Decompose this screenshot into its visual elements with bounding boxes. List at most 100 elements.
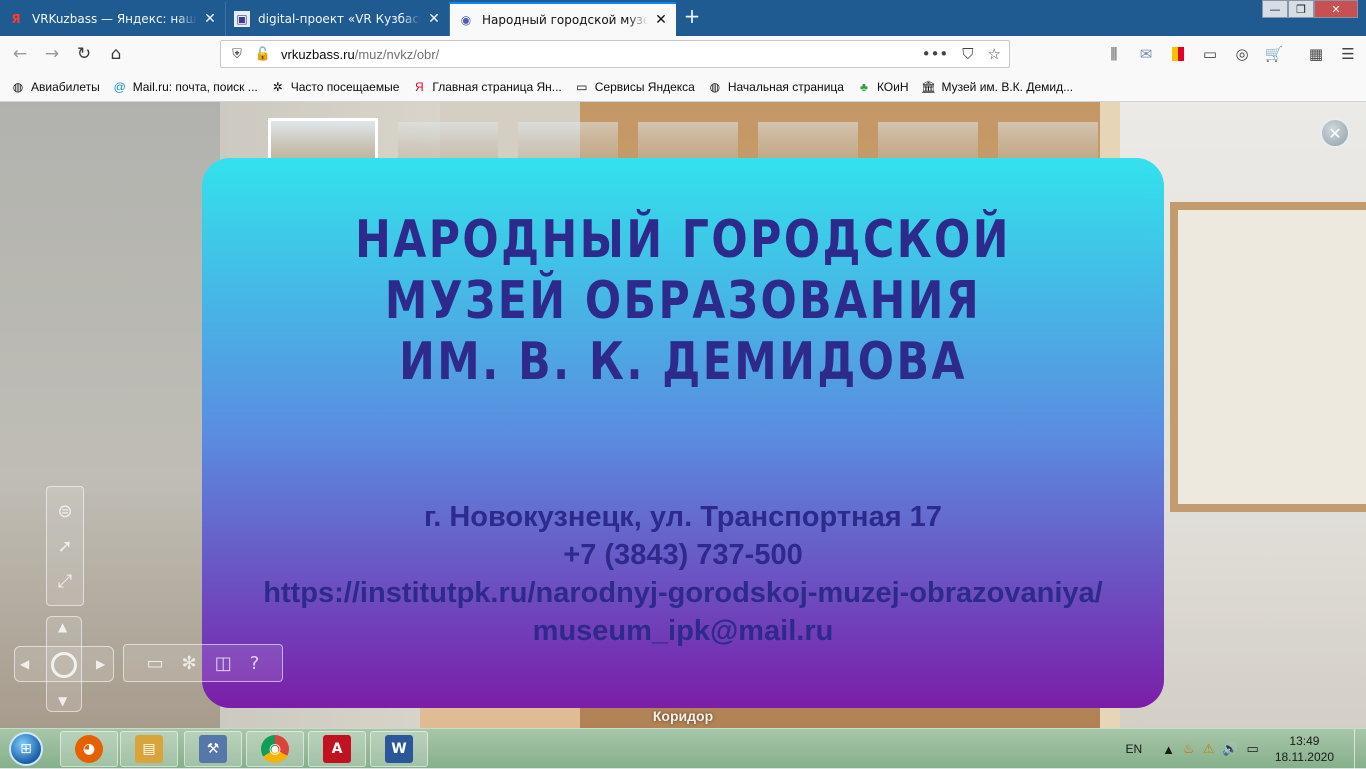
clock-time: 13:49 <box>1289 734 1320 748</box>
volume-icon[interactable]: 🔊 <box>1222 741 1238 757</box>
show-desktop-button[interactable] <box>1354 729 1366 769</box>
word-icon: W <box>385 735 413 763</box>
bookmarks-bar: ◍ Авиабилеты @ Mail.ru: почта, поиск ... ✲… <box>0 72 1366 102</box>
app-tray-icon[interactable]: ♨ <box>1183 741 1195 757</box>
tour-toolbar[interactable]: ▭ ✻ ◫ ? <box>123 644 283 682</box>
yandex-icon: Я <box>11 12 21 26</box>
back-button[interactable]: ← <box>6 40 34 68</box>
shield-icon[interactable]: ⛨ <box>227 47 247 62</box>
start-button[interactable]: ⊞ <box>4 730 48 768</box>
taskbar-file-explorer[interactable]: ▤ <box>120 731 178 767</box>
tab-vrkuzbass-yandex[interactable]: Я VRKuzbass — Яндекс: нашлось ✕ <box>0 2 226 36</box>
network-icon[interactable]: ▭ <box>1247 741 1259 757</box>
tab-title: digital-проект «VR Кузбасс» — <box>258 12 421 26</box>
home-button[interactable]: ⌂ <box>102 40 130 68</box>
tab-close-icon[interactable]: ✕ <box>654 12 668 28</box>
taskbar-word[interactable]: W <box>370 731 428 767</box>
pocket-icon[interactable]: ⛉ <box>962 45 973 63</box>
extensions-icon[interactable]: ▦ <box>1306 44 1326 64</box>
bookmark-aviabilety[interactable]: ◍ Авиабилеты <box>10 79 100 95</box>
chrome-icon: ◉ <box>261 735 289 763</box>
new-tab-button[interactable]: + <box>680 4 704 28</box>
arrow-down-icon[interactable]: ▼ <box>58 694 67 708</box>
taskbar-chrome[interactable]: ◉ <box>246 731 304 767</box>
gear-icon: ✲ <box>272 79 283 94</box>
windows-logo-icon: ⊞ <box>9 732 43 766</box>
reload-button[interactable]: ↻ <box>70 40 98 68</box>
arrow-up-icon[interactable]: ▲ <box>58 620 67 634</box>
tab-vr-kuzbass-project[interactable]: ▣ digital-проект «VR Кузбасс» — ✕ <box>226 2 450 36</box>
bookmark-star-icon[interactable]: ☆ <box>988 45 1001 63</box>
firefox-icon: ◕ <box>75 735 103 763</box>
bookmark-most-visited[interactable]: ✲ Часто посещаемые <box>270 79 400 95</box>
taskbar-acrobat[interactable]: A <box>308 731 366 767</box>
show-hidden-icons[interactable]: ▲ <box>1162 742 1175 757</box>
fullscreen-icon[interactable]: ⤢ <box>58 571 72 592</box>
maximize-button[interactable]: ❐ <box>1288 0 1314 18</box>
address-bar[interactable]: ⛨ 🔓 vrkuzbass.ru/muz/nvkz/obr/ ••• ⛉ ☆ <box>220 40 1010 68</box>
bookmark-koin[interactable]: ♣ КОиН <box>856 79 909 95</box>
tour-close-button[interactable]: ✕ <box>1320 118 1350 148</box>
account-icon[interactable]: ◎ <box>1232 44 1252 64</box>
pointer-icon[interactable]: ➚ <box>57 536 72 557</box>
bookmark-yandex-home[interactable]: Я Главная страница Ян... <box>411 79 562 95</box>
vr-icon[interactable]: ◫ <box>215 653 232 674</box>
museum-email[interactable]: museum_ipk@mail.ru <box>202 612 1164 650</box>
acrobat-icon: A <box>323 735 351 763</box>
warning-icon[interactable]: ⚠ <box>1203 741 1215 757</box>
page-actions-icon[interactable]: ••• <box>922 45 949 63</box>
globe-icon: ◍ <box>709 79 721 94</box>
tab-museum[interactable]: ◉ Народный городской музей о ✕ <box>450 2 676 36</box>
screen-icon[interactable]: ▭ <box>147 653 164 674</box>
system-tray: EN ▲ ♨ ⚠ 🔊 ▭ 13:49 18.11.2020 <box>1125 729 1366 769</box>
url-text[interactable]: vrkuzbass.ru/muz/nvkz/obr/ <box>281 47 439 62</box>
help-icon[interactable]: ? <box>250 653 260 674</box>
arrow-left-icon[interactable]: ◀ <box>20 657 29 671</box>
bookmark-ribbon-icon[interactable] <box>1168 44 1188 64</box>
bookmark-demidov-museum[interactable]: 🏛 Музей им. В.К. Демид... <box>921 79 1073 95</box>
insecure-lock-icon[interactable]: 🔓 <box>253 47 273 62</box>
bookmark-start-page[interactable]: ◍ Начальная страница <box>707 79 844 95</box>
museum-address: г. Новокузнецк, ул. Транспортная 17 <box>424 501 942 533</box>
bookmark-mail-ru[interactable]: @ Mail.ru: почта, поиск ... <box>112 79 258 95</box>
museum-title-line: МУЗЕЙ ОБРАЗОВАНИЯ <box>384 271 982 331</box>
vr-kuzbass-icon: ▣ <box>234 11 250 27</box>
zoom-control[interactable]: ⊜ ➚ ⤢ <box>46 486 84 606</box>
clock[interactable]: 13:49 18.11.2020 <box>1275 733 1334 765</box>
gyro-icon[interactable]: ⊜ <box>57 501 72 522</box>
vr-tour-viewport[interactable]: ✕ НАРОДНЫЙ ГОРОДСКОЙ МУЗЕЙ ОБРАЗОВАНИЯ И… <box>0 102 1366 728</box>
language-indicator[interactable]: EN <box>1125 742 1142 756</box>
folder-icon: ▤ <box>135 735 163 763</box>
tab-strip: Я VRKuzbass — Яндекс: нашлось ✕ ▣ digita… <box>0 0 1366 36</box>
globe-icon: ◍ <box>12 79 24 94</box>
reader-icon[interactable]: ▭ <box>1200 44 1220 64</box>
navigation-bar: ← → ↻ ⌂ ⛨ 🔓 vrkuzbass.ru/muz/nvkz/obr/ •… <box>0 36 1366 72</box>
cart-icon[interactable]: 🛒 <box>1264 44 1284 64</box>
mail-ru-icon: @ <box>113 79 126 94</box>
mail-icon[interactable]: ✉ <box>1136 44 1156 64</box>
museum-contacts: г. Новокузнецк, ул. Транспортная 17 +7 (… <box>202 498 1164 650</box>
clock-date: 18.11.2020 <box>1274 750 1334 764</box>
menu-icon[interactable]: ☰ <box>1338 44 1358 64</box>
window-close-button[interactable]: ✕ <box>1314 0 1358 18</box>
museum-site-icon: ◉ <box>460 13 472 27</box>
museum-title-line: НАРОДНЫЙ ГОРОДСКОЙ <box>355 210 1011 270</box>
library-icon[interactable]: ⫼ <box>1104 44 1124 64</box>
arrow-right-icon[interactable]: ▶ <box>96 657 105 671</box>
tab-title: VRKuzbass — Яндекс: нашлось <box>32 12 197 26</box>
taskbar-tool[interactable]: ⚒ <box>184 731 242 767</box>
museum-title-line: ИМ. В. К. ДЕМИДОВА <box>399 332 967 392</box>
taskbar-firefox[interactable]: ◕ <box>60 731 118 767</box>
autorotate-icon[interactable] <box>51 652 77 678</box>
navigation-pad[interactable]: ▲ ▼ ◀ ▶ <box>14 616 114 712</box>
museum-website[interactable]: https://institutpk.ru/narodnyj-gorodskoj… <box>202 574 1164 612</box>
bookmark-yandex-services[interactable]: ▭ Сервисы Яндекса <box>574 79 695 95</box>
tab-close-icon[interactable]: ✕ <box>203 11 217 27</box>
museum-phone: +7 (3843) 737-500 <box>563 539 803 571</box>
koin-icon: ♣ <box>860 79 868 94</box>
snowflake-icon[interactable]: ✻ <box>182 653 197 674</box>
minimize-button[interactable]: — <box>1262 0 1288 18</box>
forward-button[interactable]: → <box>38 40 66 68</box>
museum-title: НАРОДНЫЙ ГОРОДСКОЙ МУЗЕЙ ОБРАЗОВАНИЯ ИМ.… <box>289 210 1078 393</box>
tab-close-icon[interactable]: ✕ <box>427 11 441 27</box>
